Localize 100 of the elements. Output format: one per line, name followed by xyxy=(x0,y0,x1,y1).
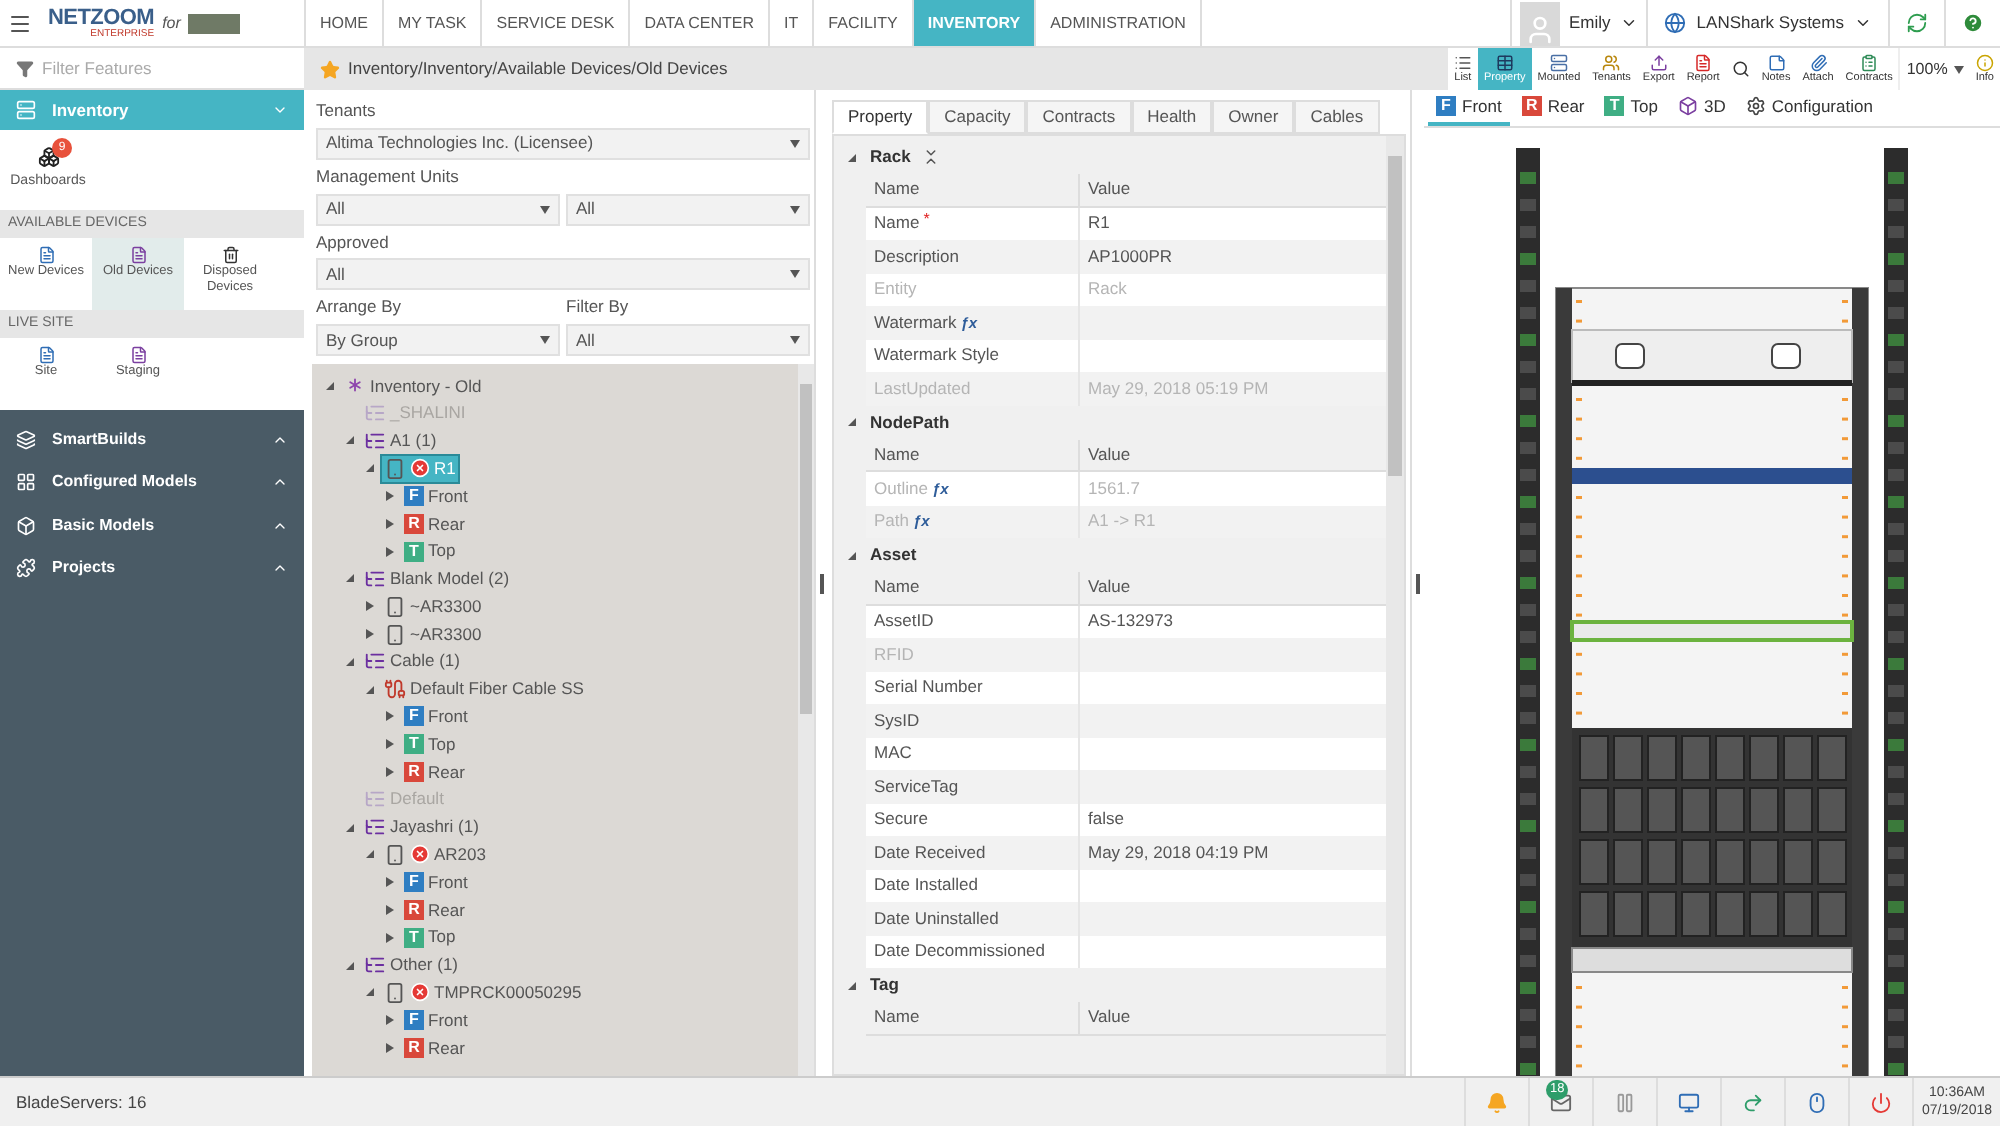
expanded-arrow-icon[interactable] xyxy=(344,959,356,972)
tree-item[interactable]: A1 (1) xyxy=(362,428,439,454)
collapsed-arrow-icon[interactable] xyxy=(384,517,396,530)
collapsed-arrow-icon[interactable] xyxy=(384,904,396,917)
tree-item[interactable]: R Rear xyxy=(402,897,467,923)
view-tab[interactable]: 3D xyxy=(1670,90,1734,126)
mouse-icon[interactable] xyxy=(1806,1091,1828,1113)
expanded-arrow-icon[interactable] xyxy=(344,655,356,668)
tree-item[interactable]: Cable (1) xyxy=(362,648,462,675)
sidebar-item[interactable]: Configured Models xyxy=(0,461,304,504)
tree-item[interactable]: Blank Model (2) xyxy=(362,566,512,592)
property-value[interactable]: AS-132973 xyxy=(1088,608,1174,635)
property-tab[interactable]: Health xyxy=(1131,100,1213,134)
expanded-arrow-icon[interactable] xyxy=(344,434,356,447)
dropdown[interactable]: By Group xyxy=(316,324,560,356)
dropdown[interactable]: All xyxy=(566,324,810,356)
expanded-arrow-icon[interactable] xyxy=(846,151,858,163)
help-icon[interactable] xyxy=(1962,12,1984,34)
expanded-arrow-icon[interactable] xyxy=(344,572,356,585)
collapsed-arrow-icon[interactable] xyxy=(384,766,396,779)
sidebar-item[interactable]: Basic Models xyxy=(0,504,304,547)
user-name[interactable]: Emily xyxy=(1569,10,1611,36)
star-icon[interactable] xyxy=(320,59,340,79)
nav-tab[interactable]: MY TASK xyxy=(382,0,481,46)
organization-name[interactable]: LANShark Systems xyxy=(1696,10,1844,36)
property-value[interactable]: AP1000PR xyxy=(1088,243,1173,270)
mail-icon[interactable] xyxy=(1550,1091,1572,1113)
dropdown[interactable]: Altima Technologies Inc. (Licensee) xyxy=(316,127,810,160)
tree-item[interactable]: F Front xyxy=(402,704,470,730)
refresh-icon[interactable] xyxy=(1906,12,1928,34)
power-icon[interactable] xyxy=(1870,1091,1892,1113)
nav-tab[interactable]: SERVICE DESK xyxy=(480,0,629,46)
property-value[interactable]: R1 xyxy=(1088,210,1110,237)
expanded-arrow-icon[interactable] xyxy=(364,462,376,475)
property-value[interactable]: false xyxy=(1088,806,1124,833)
property-tab[interactable]: Cables xyxy=(1294,100,1380,134)
caret-icon[interactable] xyxy=(1953,65,1964,73)
nav-tab[interactable]: IT xyxy=(768,0,813,46)
expanded-arrow-icon[interactable] xyxy=(846,549,858,561)
expanded-arrow-icon[interactable] xyxy=(364,848,376,861)
collapsed-arrow-icon[interactable] xyxy=(364,628,376,641)
tree-item[interactable]: AR203 xyxy=(382,842,488,868)
expanded-arrow-icon[interactable] xyxy=(364,683,376,696)
tree-item[interactable]: ~AR3300 xyxy=(382,593,484,620)
filter-field[interactable]: Filter Features xyxy=(42,55,262,81)
expanded-arrow-icon[interactable] xyxy=(846,979,858,991)
menu-icon[interactable] xyxy=(8,11,32,35)
redo-icon[interactable] xyxy=(1742,1091,1764,1113)
view-tab[interactable]: Configuration xyxy=(1737,90,1881,126)
tree-item[interactable]: F Front xyxy=(402,483,470,509)
sidebar-item[interactable]: SmartBuilds xyxy=(0,418,304,461)
collapsed-arrow-icon[interactable] xyxy=(384,490,396,503)
property-tab[interactable]: Capacity xyxy=(928,100,1027,134)
collapsed-arrow-icon[interactable] xyxy=(364,600,376,613)
tree-item[interactable]: R Rear xyxy=(402,759,467,785)
scrollbar[interactable] xyxy=(798,364,814,1076)
tree-item[interactable]: TMPRCK00050295 xyxy=(382,980,584,1006)
splitter-handle[interactable] xyxy=(1416,573,1420,593)
collapsed-arrow-icon[interactable] xyxy=(384,1014,396,1027)
chevron-icon[interactable] xyxy=(1854,14,1872,32)
collapsed-arrow-icon[interactable] xyxy=(384,931,396,944)
expanded-arrow-icon[interactable] xyxy=(364,986,376,999)
tree-item[interactable]: T Top xyxy=(402,731,458,758)
zoom-level[interactable]: 100% xyxy=(1906,57,1948,81)
tree-item[interactable]: T Top xyxy=(402,924,458,951)
splitter-handle[interactable] xyxy=(820,573,824,593)
tree-item[interactable]: ~AR3300 xyxy=(382,621,484,647)
tree-item[interactable]: Other (1) xyxy=(362,952,461,978)
monitor-icon[interactable] xyxy=(1678,1091,1700,1113)
property-tab[interactable]: Property xyxy=(832,100,929,134)
tree-item[interactable]: Default Fiber Cable SS xyxy=(382,676,586,703)
tree-item[interactable]: R Rear xyxy=(402,1035,467,1061)
expanded-arrow-icon[interactable] xyxy=(324,379,336,392)
collapse-all-icon[interactable] xyxy=(922,148,941,166)
dropdown[interactable]: All xyxy=(566,193,810,225)
chevron-icon[interactable] xyxy=(1620,14,1639,32)
dropdown[interactable]: All xyxy=(316,193,560,225)
collapsed-arrow-icon[interactable] xyxy=(384,710,396,723)
sidebar-item[interactable]: Projects xyxy=(0,547,304,590)
nav-tab[interactable]: HOME xyxy=(304,0,382,46)
collapsed-arrow-icon[interactable] xyxy=(384,1042,396,1055)
scrollbar[interactable] xyxy=(1386,136,1404,1074)
expanded-arrow-icon[interactable] xyxy=(846,416,858,428)
tree-item[interactable]: F Front xyxy=(402,1007,470,1034)
tree-item[interactable]: Inventory - Old xyxy=(342,373,484,399)
tree-item[interactable]: T Top xyxy=(402,538,458,565)
collapsed-arrow-icon[interactable] xyxy=(384,738,396,751)
expanded-arrow-icon[interactable] xyxy=(344,821,356,834)
tree-item[interactable]: R Rear xyxy=(402,511,467,537)
dropdown[interactable]: All xyxy=(316,258,810,291)
view-tab[interactable]: T Top xyxy=(1596,90,1666,126)
nav-tab[interactable]: ADMINISTRATION xyxy=(1034,0,1200,46)
property-value[interactable]: May 29, 2018 04:19 PM xyxy=(1088,839,1269,866)
view-tab[interactable]: R Rear xyxy=(1513,90,1593,126)
property-tab[interactable]: Owner xyxy=(1212,100,1295,134)
nav-tab[interactable]: DATA CENTER xyxy=(628,0,769,46)
collapsed-arrow-icon[interactable] xyxy=(384,545,396,558)
tree-item[interactable]: Jayashri (1) xyxy=(362,814,481,841)
property-tab[interactable]: Contracts xyxy=(1026,100,1132,134)
tree-item[interactable]: F Front xyxy=(402,869,470,896)
